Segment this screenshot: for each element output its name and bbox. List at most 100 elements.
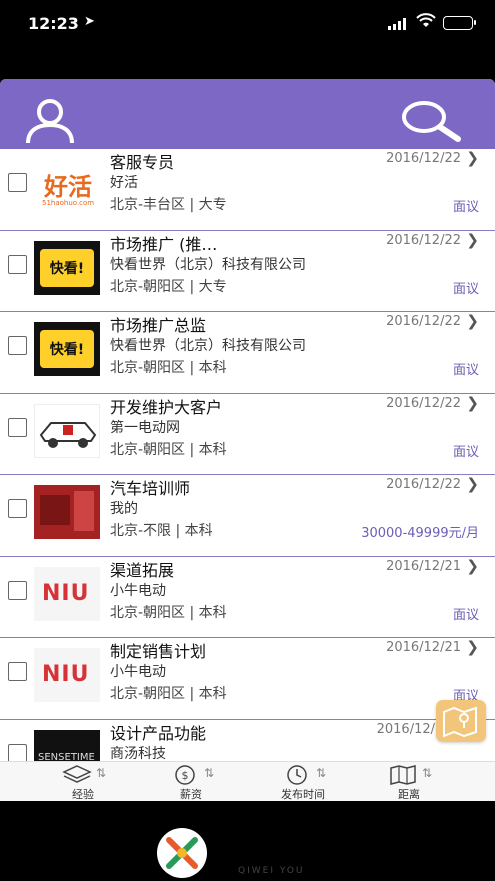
post-date: 2016/12/ bbox=[376, 721, 435, 737]
salary: 面议 bbox=[452, 281, 479, 297]
logo-text: 好活 bbox=[44, 173, 92, 201]
company-logo: 快看! bbox=[34, 240, 100, 295]
select-checkbox[interactable] bbox=[8, 417, 27, 437]
select-checkbox[interactable] bbox=[8, 662, 27, 681]
chevron-right-icon: ❯ bbox=[466, 149, 479, 167]
select-checkbox[interactable] bbox=[8, 254, 27, 274]
header-bar bbox=[0, 79, 495, 149]
job-location: 北京-朝阳区 | 本科 bbox=[110, 360, 227, 376]
company-logo: 快看! bbox=[34, 322, 100, 376]
tab-salary[interactable]: $ ⇅ 薪资 bbox=[146, 762, 236, 801]
svg-text:$: $ bbox=[182, 769, 189, 782]
select-checkbox[interactable] bbox=[8, 499, 27, 518]
company-name: 商汤科技 bbox=[110, 745, 166, 762]
list-item[interactable]: SENSETIME 设计产品功能 商汤科技 2016/12/ bbox=[0, 719, 495, 762]
salary: 30000-49999元/月 bbox=[361, 526, 479, 541]
watermark-logo bbox=[155, 826, 209, 880]
job-title: 渠道拓展 bbox=[110, 560, 175, 580]
job-list: 好活 51haohuo.com 客服专员 好活 北京-丰台区 | 大专 2016… bbox=[0, 149, 495, 761]
company-logo: NIU bbox=[34, 566, 100, 621]
job-title: 客服专员 bbox=[110, 153, 175, 172]
tab-label: 距离 bbox=[398, 788, 420, 801]
sort-arrows-icon: ⇅ bbox=[204, 766, 215, 780]
search-icon[interactable] bbox=[398, 99, 462, 143]
post-date: 2016/12/22 bbox=[386, 477, 461, 492]
sort-arrows-icon: ⇅ bbox=[422, 766, 433, 780]
company-logo: NIU bbox=[34, 648, 100, 702]
tab-experience[interactable]: ⇅ 经验 bbox=[38, 762, 128, 801]
chevron-right-icon: ❯ bbox=[466, 230, 479, 249]
wifi-icon bbox=[416, 13, 436, 33]
post-date: 2016/12/22 bbox=[386, 151, 461, 166]
company-name: 好活 bbox=[110, 175, 138, 191]
list-item[interactable]: NIU 渠道拓展 小牛电动 北京-朝阳区 | 本科 2016/12/21 ❯ 面… bbox=[0, 556, 495, 638]
company-name: 小牛电动 bbox=[110, 664, 166, 680]
map-view-button[interactable] bbox=[436, 700, 486, 742]
sort-tabbar: ⇅ 经验 $ ⇅ 薪资 ⇅ 发布时间 ⇅ 距离 bbox=[0, 761, 495, 801]
job-location: 北京-朝阳区 | 本科 bbox=[110, 604, 227, 621]
logo-text: SENSETIME bbox=[38, 751, 95, 762]
chevron-right-icon: ❯ bbox=[466, 638, 479, 656]
logo-text: NIU bbox=[42, 580, 90, 606]
company-logo: SENSETIME bbox=[34, 729, 100, 762]
company-name: 快看世界（北京）科技有限公司 bbox=[110, 256, 306, 273]
post-date: 2016/12/22 bbox=[386, 232, 461, 248]
job-location: 北京-朝阳区 | 本科 bbox=[110, 441, 227, 458]
job-title: 市场推广总监 bbox=[110, 316, 207, 335]
post-date: 2016/12/21 bbox=[386, 558, 461, 574]
job-location: 北京-丰台区 | 大专 bbox=[110, 197, 227, 213]
chevron-right-icon: ❯ bbox=[466, 556, 479, 575]
job-title: 开发维护大客户 bbox=[110, 397, 223, 417]
logo-text: NIU bbox=[42, 662, 90, 687]
select-checkbox[interactable] bbox=[8, 580, 27, 600]
job-location: 北京-朝阳区 | 大专 bbox=[110, 278, 227, 295]
list-item[interactable]: 快看! 市场推广总监 快看世界（北京）科技有限公司 北京-朝阳区 | 本科 20… bbox=[0, 312, 495, 394]
job-title: 设计产品功能 bbox=[110, 723, 207, 743]
watermark-text: QIWEI YOU bbox=[238, 866, 305, 876]
job-location: 北京-不限 | 本科 bbox=[110, 523, 213, 539]
tab-label: 薪资 bbox=[180, 788, 202, 801]
company-name: 小牛电动 bbox=[110, 582, 166, 599]
user-icon[interactable] bbox=[22, 97, 78, 145]
location-arrow-icon: ➤ bbox=[84, 14, 95, 29]
post-date: 2016/12/22 bbox=[386, 395, 461, 411]
company-name: 第一电动网 bbox=[110, 419, 180, 436]
tab-label: 发布时间 bbox=[281, 788, 325, 801]
job-title: 市场推广 (推… bbox=[110, 234, 218, 254]
logo-subtext: 51haohuo.com bbox=[42, 199, 95, 207]
salary: 面议 bbox=[452, 200, 479, 215]
list-item[interactable]: 开发维护大客户 第一电动网 北京-朝阳区 | 本科 2016/12/22 ❯ 面… bbox=[0, 393, 495, 475]
chevron-right-icon: ❯ bbox=[466, 312, 479, 330]
sort-arrows-icon: ⇅ bbox=[96, 766, 107, 780]
sort-arrows-icon: ⇅ bbox=[316, 766, 327, 780]
tab-publish-time[interactable]: ⇅ 发布时间 bbox=[258, 762, 348, 801]
company-logo bbox=[34, 403, 100, 458]
job-title: 汽车培训师 bbox=[110, 479, 191, 498]
select-checkbox[interactable] bbox=[8, 336, 27, 355]
app-window: 好活 51haohuo.com 客服专员 好活 北京-丰台区 | 大专 2016… bbox=[0, 79, 495, 801]
job-location: 北京-朝阳区 | 本科 bbox=[110, 686, 227, 702]
chevron-right-icon: ❯ bbox=[466, 475, 479, 493]
company-logo: 好活 51haohuo.com bbox=[34, 159, 100, 213]
status-time: 12:23 bbox=[28, 14, 79, 33]
tab-label: 经验 bbox=[72, 788, 94, 801]
job-title: 制定销售计划 bbox=[110, 642, 207, 661]
status-bar: 12:23 ➤ bbox=[0, 0, 495, 50]
list-item[interactable]: 汽车培训师 我的 北京-不限 | 本科 2016/12/22 ❯ 30000-4… bbox=[0, 475, 495, 557]
chevron-right-icon: ❯ bbox=[466, 393, 479, 412]
list-item[interactable]: 快看! 市场推广 (推… 快看世界（北京）科技有限公司 北京-朝阳区 | 大专 … bbox=[0, 230, 495, 312]
list-item[interactable]: NIU 制定销售计划 小牛电动 北京-朝阳区 | 本科 2016/12/21 ❯… bbox=[0, 638, 495, 720]
company-name: 我的 bbox=[110, 501, 138, 517]
company-logo bbox=[34, 485, 100, 539]
select-checkbox[interactable] bbox=[8, 743, 27, 761]
salary: 面议 bbox=[452, 444, 479, 460]
list-item[interactable]: 好活 51haohuo.com 客服专员 好活 北京-丰台区 | 大专 2016… bbox=[0, 149, 495, 231]
select-checkbox[interactable] bbox=[8, 173, 27, 192]
tab-distance[interactable]: ⇅ 距离 bbox=[364, 762, 454, 801]
logo-text: 快看! bbox=[40, 330, 94, 368]
logo-text: 快看! bbox=[40, 248, 94, 287]
company-name: 快看世界（北京）科技有限公司 bbox=[110, 338, 306, 354]
post-date: 2016/12/21 bbox=[386, 640, 461, 655]
salary: 面议 bbox=[452, 363, 479, 378]
battery-icon bbox=[443, 16, 476, 30]
